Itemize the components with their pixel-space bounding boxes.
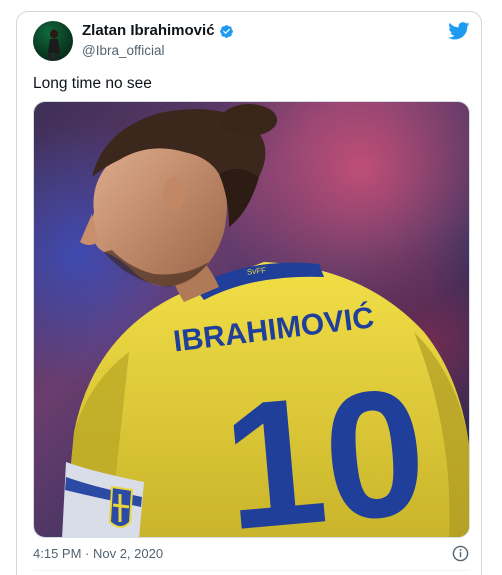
divider <box>33 570 470 571</box>
author-handle[interactable]: @Ibra_official <box>82 42 165 59</box>
author-display-name[interactable]: Zlatan Ibrahimović <box>82 22 215 40</box>
author-name-row[interactable]: Zlatan Ibrahimović <box>82 22 234 40</box>
verified-badge-icon <box>219 24 233 38</box>
twitter-bird-icon[interactable] <box>448 22 470 40</box>
tweet-media-image[interactable]: IBRAHIMOVIĆ 10 SvFF <box>33 101 470 538</box>
tweet-embed: Zlatan Ibrahimović @Ibra_official Long t… <box>0 0 502 575</box>
tweet-text: Long time no see <box>33 75 152 92</box>
author-avatar[interactable] <box>33 21 73 61</box>
tweet-timestamp[interactable]: 4:15 PM · Nov 2, 2020 <box>33 546 163 562</box>
info-icon[interactable] <box>452 545 469 562</box>
jersey-number-text: 10 <box>216 351 433 538</box>
